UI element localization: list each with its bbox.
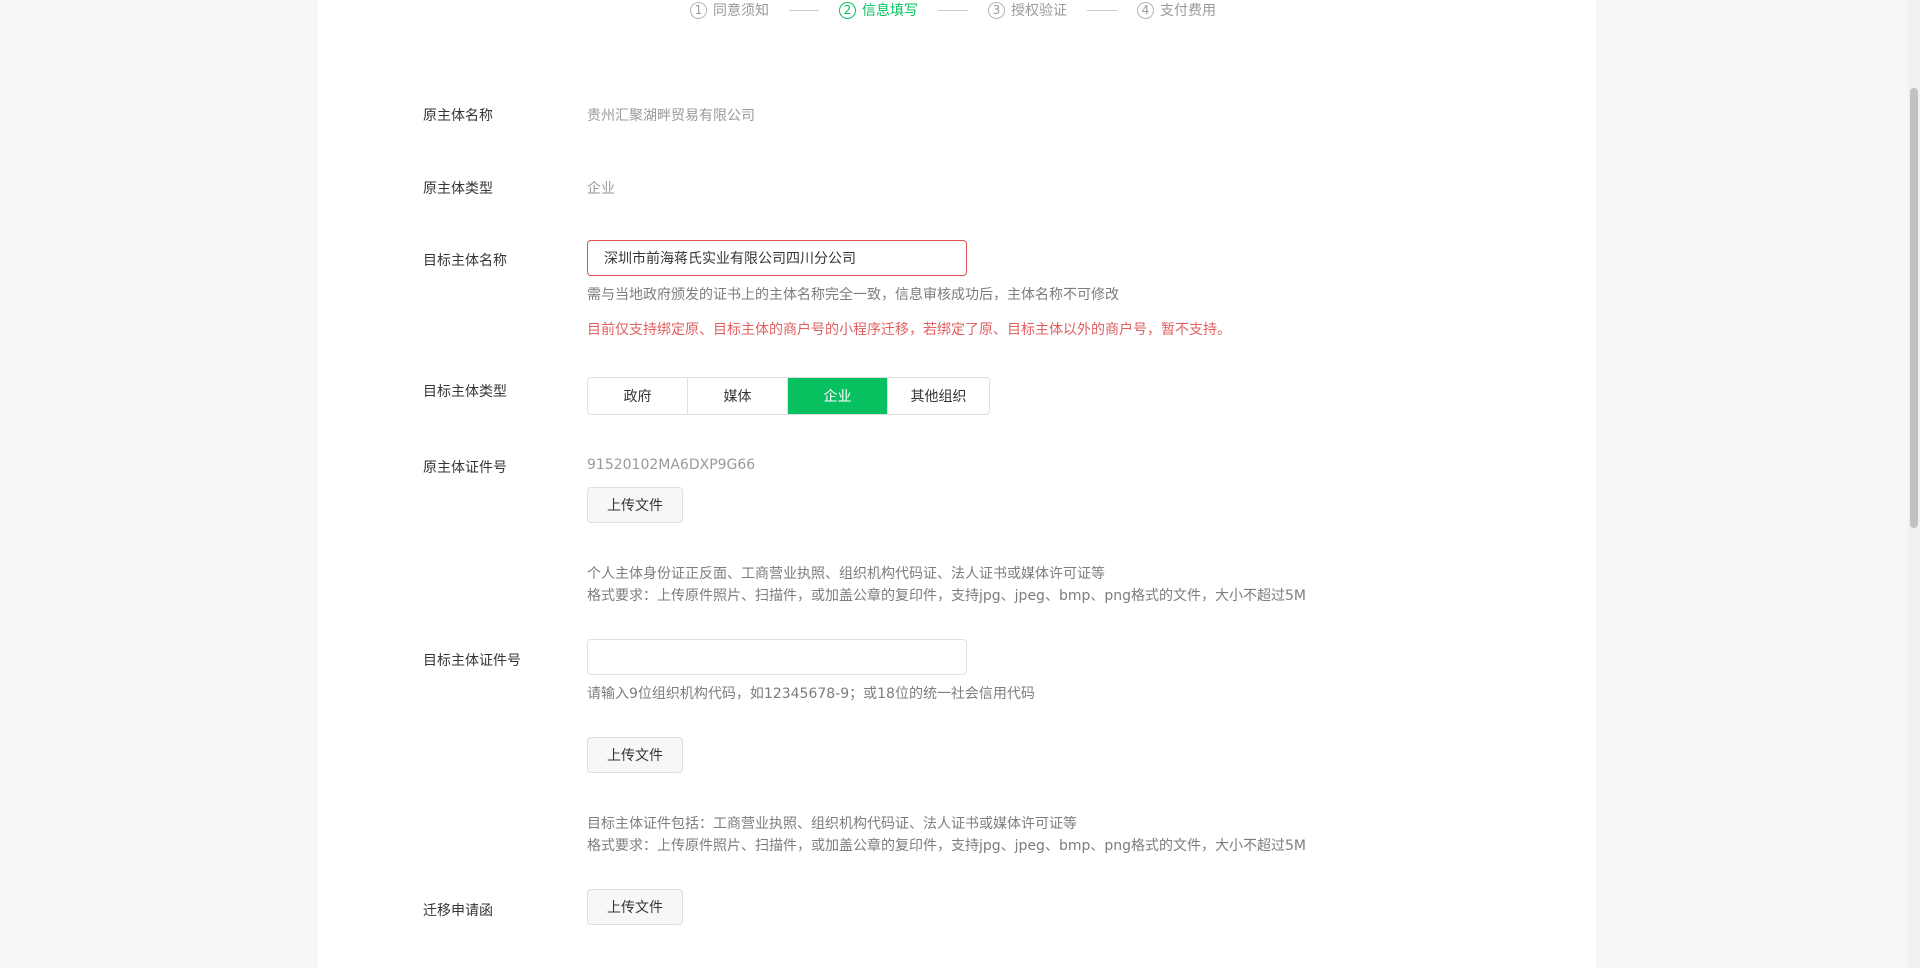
step-2: 2 信息填写 xyxy=(839,0,918,20)
step-indicator: 1 同意须知 2 信息填写 3 授权验证 4 支付费用 xyxy=(690,0,1216,20)
orig-name-label: 原主体名称 xyxy=(423,108,493,124)
target-cert-label: 目标主体证件号 xyxy=(423,653,521,669)
target-type-option-other[interactable]: 其他组织 xyxy=(888,378,989,414)
step-4-number: 4 xyxy=(1137,1,1154,19)
target-cert-input[interactable] xyxy=(587,639,967,675)
target-type-option-media[interactable]: 媒体 xyxy=(688,378,788,414)
target-name-tip: 需与当地政府颁发的证书上的主体名称完全一致，信息审核成功后，主体名称不可修改 xyxy=(587,287,1119,303)
target-name-warning: 目前仅支持绑定原、目标主体的商户号的小程序迁移，若绑定了原、目标主体以外的商户号… xyxy=(587,322,1231,338)
target-name-label: 目标主体名称 xyxy=(423,253,507,269)
orig-name-value: 贵州汇聚湖畔贸易有限公司 xyxy=(587,108,755,124)
orig-cert-tip-2: 格式要求：上传原件照片、扫描件，或加盖公章的复印件，支持jpg、jpeg、bmp… xyxy=(587,588,1306,604)
orig-cert-value: 91520102MA6DXP9G66 xyxy=(587,457,756,473)
orig-cert-label: 原主体证件号 xyxy=(423,460,507,476)
orig-cert-tip-1: 个人主体身份证正反面、工商营业执照、组织机构代码证、法人证书或媒体许可证等 xyxy=(587,566,1105,582)
target-type-segmented-control: 政府 媒体 企业 其他组织 xyxy=(587,377,990,415)
step-4-label: 支付费用 xyxy=(1160,3,1216,19)
target-type-option-government[interactable]: 政府 xyxy=(588,378,688,414)
step-1-label: 同意须知 xyxy=(713,3,769,19)
target-cert-upload-button[interactable]: 上传文件 xyxy=(587,737,683,773)
page-scrollbar[interactable] xyxy=(1908,0,1920,968)
step-1: 1 同意须知 xyxy=(690,0,769,20)
step-3-label: 授权验证 xyxy=(1011,3,1067,19)
target-name-input[interactable]: 深圳市前海蒋氏实业有限公司四川分公司 xyxy=(587,240,967,276)
step-3-number: 3 xyxy=(988,1,1005,19)
step-divider xyxy=(789,9,819,11)
target-type-option-enterprise[interactable]: 企业 xyxy=(788,378,888,414)
step-divider xyxy=(938,9,968,11)
step-3: 3 授权验证 xyxy=(988,0,1067,20)
target-cert-hint: 请输入9位组织机构代码，如12345678-9；或18位的统一社会信用代码 xyxy=(587,686,1035,702)
orig-type-label: 原主体类型 xyxy=(423,181,493,197)
page-scrollbar-thumb[interactable] xyxy=(1910,88,1918,528)
target-type-label: 目标主体类型 xyxy=(423,384,507,400)
migration-letter-upload-button[interactable]: 上传文件 xyxy=(587,889,683,925)
step-divider xyxy=(1087,9,1117,11)
target-cert-tip-1: 目标主体证件包括：工商营业执照、组织机构代码证、法人证书或媒体许可证等 xyxy=(587,816,1077,832)
step-1-number: 1 xyxy=(690,1,707,19)
step-2-label: 信息填写 xyxy=(862,3,918,19)
step-4: 4 支付费用 xyxy=(1137,0,1216,20)
target-cert-tip-2: 格式要求：上传原件照片、扫描件，或加盖公章的复印件，支持jpg、jpeg、bmp… xyxy=(587,838,1306,854)
migration-letter-label: 迁移申请函 xyxy=(423,903,493,919)
target-name-input-value: 深圳市前海蒋氏实业有限公司四川分公司 xyxy=(604,251,856,267)
step-2-number: 2 xyxy=(839,1,856,19)
orig-type-value: 企业 xyxy=(587,181,615,197)
orig-cert-upload-button[interactable]: 上传文件 xyxy=(587,487,683,523)
